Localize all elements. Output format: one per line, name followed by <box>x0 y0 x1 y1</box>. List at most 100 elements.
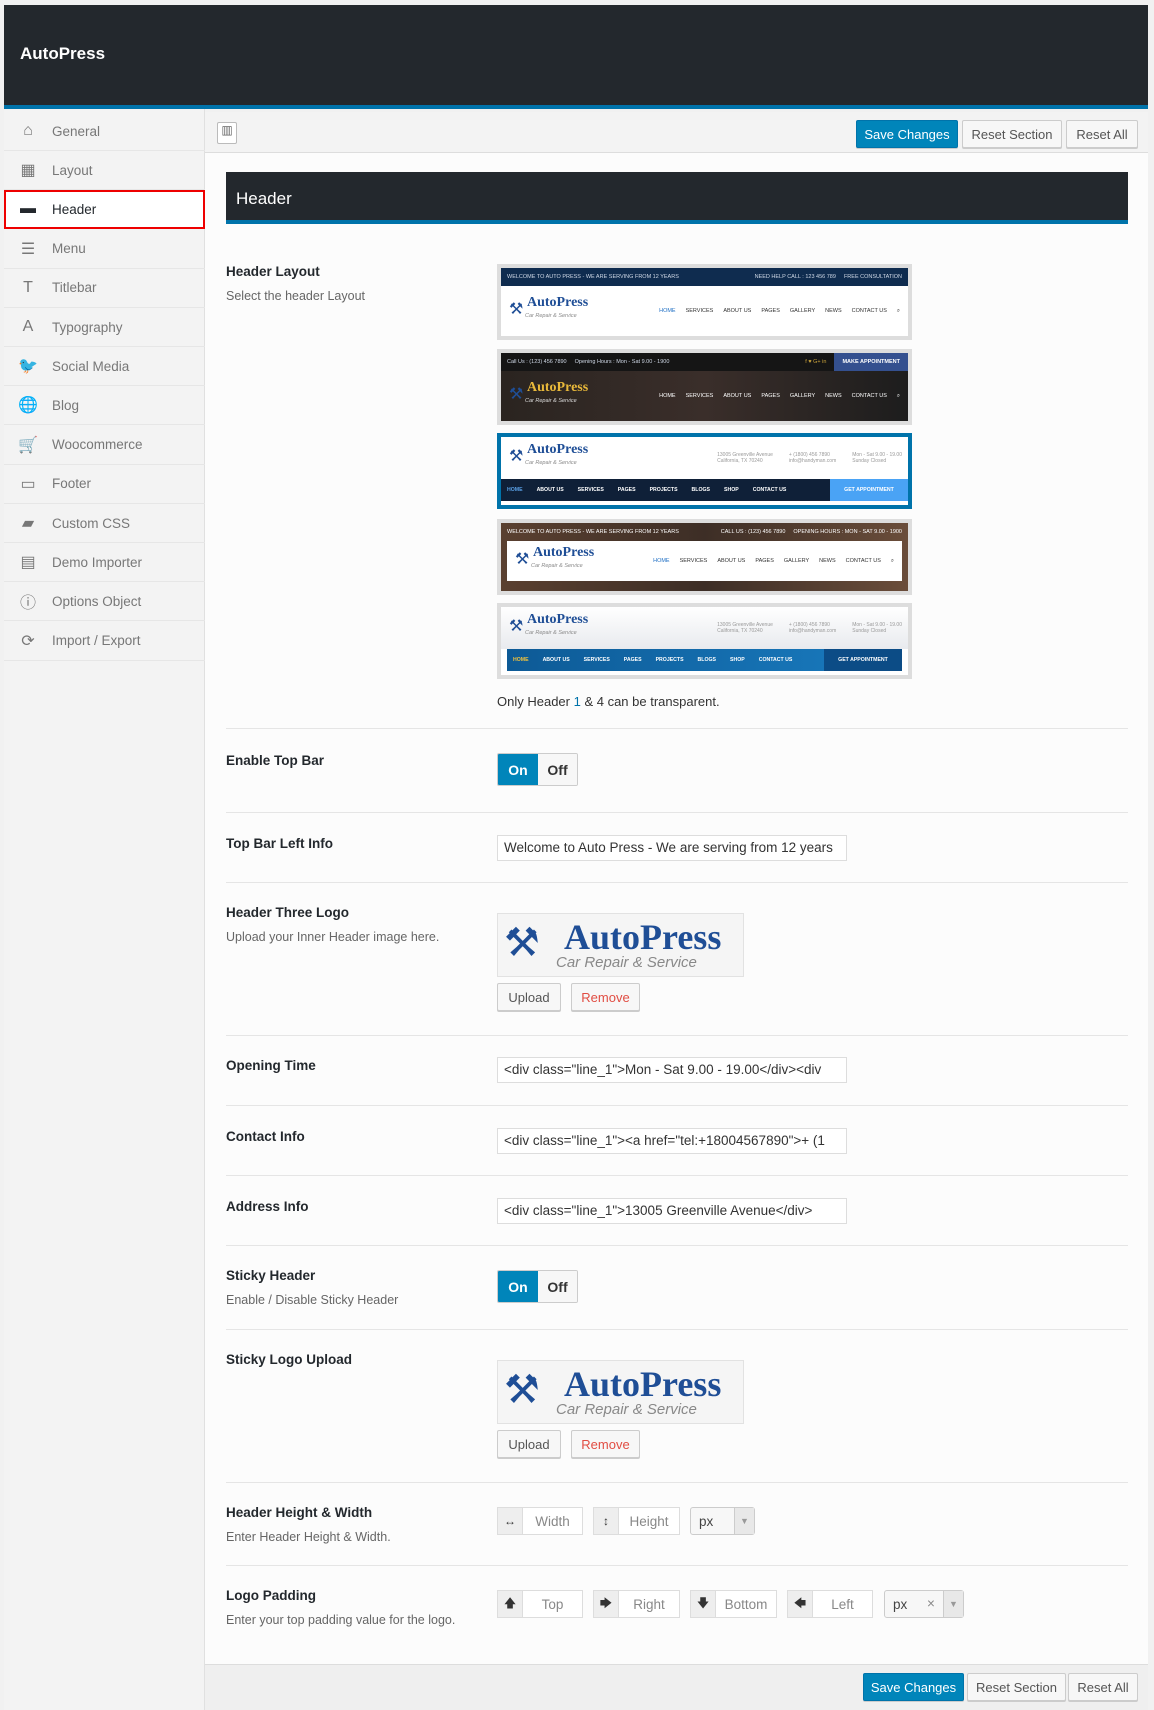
sidebar-item-options-object[interactable]: ⓘ Options Object <box>4 582 205 622</box>
logo-padding-unit-select[interactable]: px × ▼ <box>884 1590 964 1618</box>
divider <box>226 1035 1128 1036</box>
reset-all-button-bottom[interactable]: Reset All <box>1068 1673 1138 1701</box>
remove-button[interactable]: Remove <box>571 983 640 1011</box>
save-changes-button-bottom[interactable]: Save Changes <box>863 1673 964 1701</box>
note-text-end: & 4 can be transparent. <box>580 694 720 709</box>
clear-icon[interactable]: × <box>927 1596 935 1611</box>
sidebar-item-demo-importer[interactable]: ▤ Demo Importer <box>4 543 205 583</box>
css-icon: ▰ <box>21 515 35 532</box>
toggle-on[interactable]: On <box>498 1271 538 1302</box>
sidebar-item-label: Custom CSS <box>52 515 131 531</box>
padding-top-input[interactable]: 🡅 Top <box>497 1590 583 1618</box>
thumb-nav-item: NEWS <box>825 307 842 314</box>
sidebar-item-label: Header <box>52 201 97 217</box>
save-changes-button[interactable]: Save Changes <box>856 120 958 148</box>
sidebar-item-label: General <box>52 123 101 139</box>
sidebar-item-blog[interactable]: 🌐 Blog <box>4 386 205 426</box>
thumb-text: OPENING HOURS : MON - SAT 9.00 - 1900 <box>793 529 902 535</box>
wrench-car-icon: ⚒ <box>504 921 540 965</box>
sticky-upload-button[interactable]: Upload <box>497 1430 561 1458</box>
sidebar-item-footer[interactable]: ▭ Footer <box>4 465 205 504</box>
thumb-nav-item: NEWS <box>819 557 836 564</box>
header-layout-option-2[interactable]: Call Us : (123) 456 7890 Opening Hours : … <box>497 349 912 425</box>
opening-time-input[interactable]: <div class="line_1">Mon - Sat 9.00 - 19.… <box>497 1057 847 1083</box>
contact-info-label: Contact Info <box>226 1129 305 1144</box>
globe-icon: 🌐 <box>18 397 38 415</box>
thumb-nav-item: BLOGS <box>691 487 710 493</box>
top-bar-toggle[interactable]: On Off <box>497 753 578 786</box>
width-input[interactable]: ↔ Width <box>497 1507 583 1535</box>
get-appointment: GET APPOINTMENT <box>824 649 902 671</box>
bottom-placeholder: Bottom <box>724 1596 768 1612</box>
header-layout-option-5[interactable]: ⚒ AutoPress Car Repair & Service 13005 Gree… <box>497 603 912 679</box>
sticky-remove-button[interactable]: Remove <box>571 1430 640 1458</box>
thumb-nav-item: HOME <box>513 657 529 663</box>
wrench-car-icon: ⚒ <box>509 301 524 318</box>
padding-left-input[interactable]: 🡄 Left <box>787 1590 873 1618</box>
toggle-on[interactable]: On <box>498 754 538 785</box>
sidebar-item-layout[interactable]: ▦ Layout <box>4 151 205 191</box>
thumb-nav-item: ABOUT US <box>717 557 746 564</box>
sticky-header-toggle[interactable]: On Off <box>497 1270 578 1303</box>
reset-all-button[interactable]: Reset All <box>1066 120 1138 148</box>
top-placeholder: Top <box>541 1596 564 1612</box>
header-layout-option-1[interactable]: WELCOME TO AUTO PRESS - WE ARE SERVING F… <box>497 264 912 340</box>
padding-right-input[interactable]: 🡆 Right <box>593 1590 680 1618</box>
padding-bottom-input[interactable]: 🡇 Bottom <box>690 1590 777 1618</box>
thumb-info-line: California, TX 70240 <box>717 458 763 464</box>
expand-icon[interactable]: ▥ <box>217 122 237 144</box>
thumb-nav-item: GALLERY <box>789 392 816 399</box>
sidebar-item-general[interactable]: ⌂ General <box>4 112 205 151</box>
upload-button[interactable]: Upload <box>497 983 561 1011</box>
thumb-info-line: info@handyman.com <box>788 458 837 464</box>
toggle-off[interactable]: Off <box>538 1271 577 1302</box>
sidebar-item-titlebar[interactable]: T Titlebar <box>4 269 205 308</box>
thumb-logo-title: AutoPress <box>527 380 589 395</box>
sidebar-item-typography[interactable]: A Typography <box>4 308 205 347</box>
reset-section-button[interactable]: Reset Section <box>962 120 1062 148</box>
sidebar-item-social-media[interactable]: 🐦 Social Media <box>4 347 205 387</box>
arrows-horizontal-icon: ↔ <box>498 1508 523 1534</box>
reset-section-button-bottom[interactable]: Reset Section <box>967 1673 1066 1701</box>
height-placeholder: Height <box>629 1513 669 1529</box>
thumb-main: ⚒ AutoPress Car Repair & Service HOME SERVIC… <box>507 541 902 581</box>
app-header <box>4 5 1148 109</box>
header-layout-option-4[interactable]: WELCOME TO AUTO PRESS - WE ARE SERVING F… <box>497 519 912 595</box>
thumb-nav-item: PAGES <box>761 307 780 314</box>
height-input[interactable]: ↕ Height <box>593 1507 680 1535</box>
sidebar-item-label: Layout <box>52 162 93 178</box>
thumb-info-block: + (1800) 456 7890 info@handyman.com <box>789 452 836 464</box>
note-text: Only Header <box>497 694 574 709</box>
contact-info-input[interactable]: <div class="line_1"><a href="tel:+180045… <box>497 1128 847 1154</box>
thumb-main: ⚒ AutoPress Car Repair & Service 13005 Gree… <box>501 607 908 649</box>
logo-padding-label: Logo Padding <box>226 1588 316 1603</box>
sidebar-item-custom-css[interactable]: ▰ Custom CSS <box>4 504 205 543</box>
thumb-topbar: Call Us : (123) 456 7890 Opening Hours : … <box>501 353 908 371</box>
sidebar-item-import-export[interactable]: ⟳ Import / Export <box>4 622 205 661</box>
thumb-nav-item: SERVICES <box>679 557 708 564</box>
thumb-logo-subtitle: Car Repair & Service <box>525 630 577 636</box>
divider <box>226 1245 1128 1246</box>
sidebar: ⌂ General ▦ Layout ▬ Header ☰ Menu T Titlebar A Typ… <box>4 109 205 1710</box>
header-layout-option-3[interactable]: ⚒ AutoPress Car Repair & Service 13005 Gree… <box>497 433 912 509</box>
toggle-off[interactable]: Off <box>538 754 577 785</box>
divider <box>226 1329 1128 1330</box>
wrench-car-icon: ⚒ <box>504 1368 540 1412</box>
sidebar-item-menu[interactable]: ☰ Menu <box>4 230 205 269</box>
monitor-icon: ▭ <box>20 475 36 493</box>
header-size-label: Header Height & Width <box>226 1505 373 1520</box>
sidebar-item-label: Titlebar <box>52 280 97 296</box>
thumb-nav-item: ABOUT US <box>723 307 752 314</box>
header-size-unit-select[interactable]: px ▼ <box>690 1507 755 1535</box>
address-info-input[interactable]: <div class="line_1">13005 Greenville Ave… <box>497 1198 847 1224</box>
divider <box>226 1565 1128 1566</box>
thumb-logo-subtitle: Car Repair & Service <box>531 563 583 569</box>
thumb-main: ⚒ AutoPress Car Repair & Service 13005 Gree… <box>501 437 908 479</box>
thumb-nav-item: ABOUT US <box>723 392 752 399</box>
sidebar-item-header[interactable]: ▬ Header <box>4 190 205 230</box>
header-layout-desc: Select the header Layout <box>226 289 365 303</box>
sidebar-item-woocommerce[interactable]: 🛒 Woocommerce <box>4 426 205 465</box>
opening-time-label: Opening Time <box>226 1058 316 1073</box>
top-bar-left-info-input[interactable]: Welcome to Auto Press - We are serving f… <box>497 835 847 861</box>
note-link: 1 <box>573 694 581 709</box>
